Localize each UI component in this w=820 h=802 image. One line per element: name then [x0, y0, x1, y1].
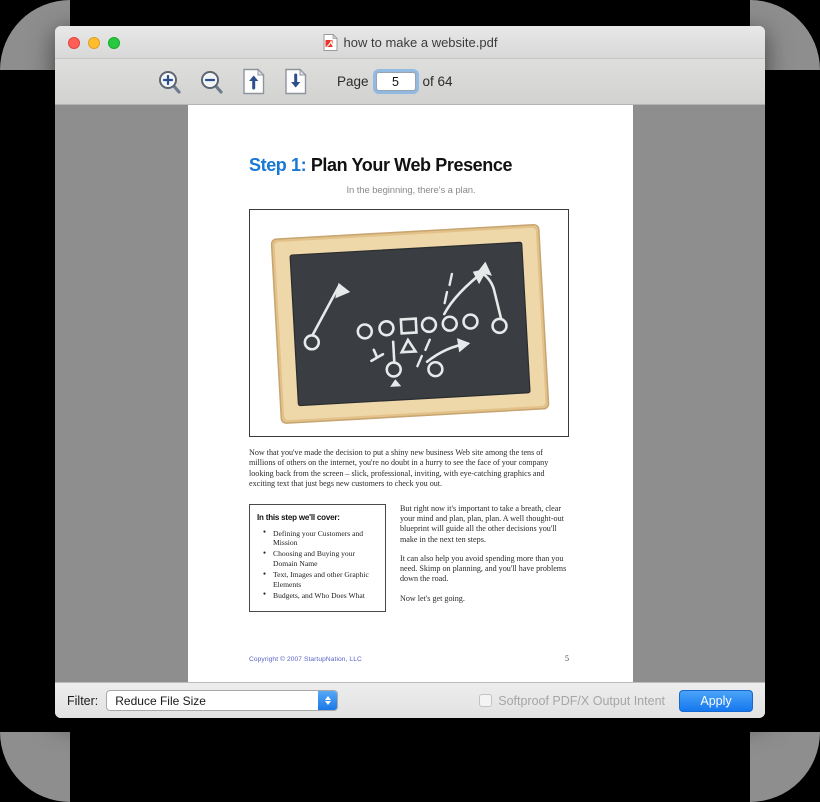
doc-figure-chalkboard [249, 209, 569, 437]
doc-right-paragraph: Now let's get going. [400, 593, 465, 603]
desktop-corner-bottom-left [0, 732, 70, 802]
window-titlebar: how to make a website.pdf [55, 26, 765, 59]
window-title: how to make a website.pdf [343, 34, 498, 50]
page-total-label: of 64 [422, 74, 453, 89]
chalkboard-football-play-icon [250, 210, 568, 436]
list-item: Text, Images and other Graphic Elements [263, 569, 378, 589]
doc-right-paragraph: It can also help you avoid spending more… [400, 553, 567, 584]
doc-subtitle: In the beginning, there's a plan. [346, 185, 476, 196]
doc-page-number: 5 [565, 653, 569, 663]
maximize-button[interactable] [108, 37, 120, 49]
list-item: Budgets, and Who Does What [263, 590, 378, 601]
zoom-in-icon [159, 70, 181, 94]
doc-callout-box: In this step we'll cover: Defining your … [249, 503, 386, 612]
minimize-button[interactable] [88, 37, 100, 49]
preview-window: how to make a website.pdf Page 5 of 64 S… [55, 26, 765, 718]
pdf-viewport[interactable]: Step 1: Plan Your Web Presence In the be… [55, 105, 765, 682]
softproof-label: Softproof PDF/X Output Intent [498, 693, 665, 708]
softproof-checkbox-group[interactable]: Softproof PDF/X Output Intent [479, 694, 665, 708]
doc-copyright: Copyright © 2007 StartupNation, LLC [249, 655, 362, 663]
next-page-button[interactable] [281, 67, 311, 97]
filter-label: Filter: [67, 693, 99, 708]
zoom-out-icon [201, 70, 223, 94]
doc-heading-rest: Plan Your Web Presence [310, 155, 513, 175]
zoom-out-button[interactable] [197, 67, 227, 97]
doc-footer: Copyright © 2007 StartupNation, LLC 5 [249, 654, 569, 663]
desktop-corner-bottom-right [750, 732, 820, 802]
doc-right-column: But right now it's important to take a b… [400, 504, 569, 612]
filter-select[interactable]: Reduce File Size [106, 690, 339, 711]
doc-body-paragraph: Now that you've made the decision to put… [249, 448, 549, 489]
page-down-icon [285, 68, 307, 95]
zoom-in-button[interactable] [155, 67, 185, 97]
doc-callout-title: In this step we'll cover: [257, 512, 340, 522]
doc-callout-list: Defining your Customers and Mission Choo… [257, 528, 378, 601]
bottom-right-group: Softproof PDF/X Output Intent Apply [479, 689, 753, 712]
pdf-page-canvas: Step 1: Plan Your Web Presence In the be… [188, 105, 633, 682]
doc-two-column-block: In this step we'll cover: Defining your … [249, 503, 569, 612]
page-number-field-wrapper [372, 69, 419, 94]
filter-select-wrapper: Reduce File Size [106, 690, 339, 711]
page-navigation-group: Page of 64 [337, 69, 453, 94]
previous-page-button[interactable] [239, 67, 269, 97]
pdf-page-content: Step 1: Plan Your Web Presence In the be… [249, 155, 573, 663]
page-label: Page [337, 74, 369, 89]
page-number-input[interactable] [375, 72, 416, 91]
doc-right-paragraph: But right now it's important to take a b… [400, 503, 564, 544]
bottom-toolbar: Filter: Reduce File Size Softproof PDF/X… [55, 682, 765, 718]
pdf-toolbar: Page of 64 [55, 59, 765, 105]
window-title-group: how to make a website.pdf [55, 26, 765, 58]
apply-button[interactable]: Apply [679, 689, 753, 712]
doc-heading-step: Step 1: [249, 155, 307, 175]
doc-heading: Step 1: Plan Your Web Presence [249, 155, 573, 176]
close-button[interactable] [68, 37, 80, 49]
softproof-checkbox[interactable] [479, 694, 493, 707]
window-controls [68, 37, 120, 49]
list-item: Choosing and Buying your Domain Name [263, 549, 378, 568]
list-item: Defining your Customers and Mission [263, 528, 378, 548]
page-up-icon [243, 68, 265, 95]
pdf-file-icon [323, 33, 338, 51]
